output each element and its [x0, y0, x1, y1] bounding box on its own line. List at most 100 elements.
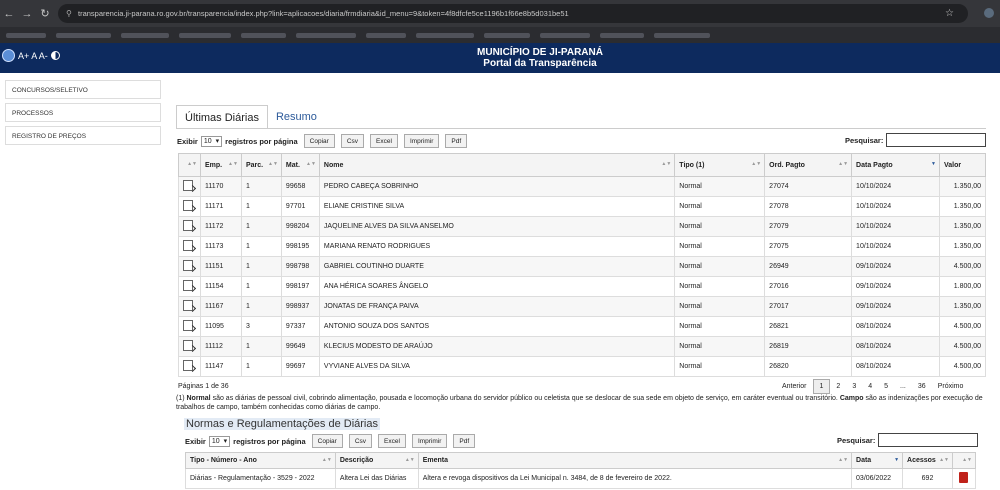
cell-tipo: Normal	[674, 296, 766, 317]
show-label: Exibir	[177, 136, 198, 146]
col-header-data-pagto[interactable]: Data Pagto ▼	[851, 153, 940, 177]
cell-file	[951, 468, 977, 489]
page-button[interactable]: 2	[830, 380, 846, 393]
col-header-mat[interactable]: Mat. ▲▼	[280, 153, 320, 177]
tab-resumo[interactable]: Resumo	[268, 105, 325, 128]
cell-tipo: Normal	[674, 256, 766, 277]
open-detail-icon[interactable]	[183, 300, 193, 311]
table-row: 11154 1 998197 ANA HÉRICA SOARES ÂNGELO Norm…	[178, 276, 987, 297]
open-detail-icon[interactable]	[183, 180, 193, 191]
page-button[interactable]: 1	[812, 379, 831, 394]
bookmark-item[interactable]	[179, 32, 231, 38]
copy-button[interactable]: Copiar	[303, 134, 335, 148]
next-page-button[interactable]: Próximo	[932, 380, 970, 393]
cell-emp: 11170	[199, 176, 242, 197]
bookmark-item[interactable]	[540, 32, 590, 38]
col-label: Valor	[943, 161, 962, 169]
table-row: 11147 1 99697 VYVIANE ALVES DA SILVA Normal 2…	[178, 356, 987, 377]
csv-button[interactable]: Csv	[340, 134, 365, 148]
cell-nome: JAQUELINE ALVES DA SILVA ANSELMO	[318, 216, 676, 237]
url-text: transparencia.ji-parana.ro.gov.br/transp…	[78, 9, 569, 18]
col-header-ementa[interactable]: Ementa ▲▼	[417, 452, 853, 469]
sidebar-item-registro-precos[interactable]: REGISTRO DE PREÇOS	[5, 126, 161, 145]
print-button[interactable]: Imprimir	[411, 434, 448, 448]
page-button[interactable]: 3	[846, 380, 862, 393]
cell-ord-pagto: 27074	[764, 176, 853, 197]
cell-detail	[178, 316, 201, 337]
search-input[interactable]	[886, 133, 987, 147]
open-detail-icon[interactable]	[183, 320, 193, 331]
address-bar[interactable]: ⚲ transparencia.ji-parana.ro.gov.br/tran…	[58, 4, 968, 23]
cell-ord-pagto: 27078	[764, 196, 853, 217]
open-detail-icon[interactable]	[183, 200, 193, 211]
sidebar-item-concursos[interactable]: CONCURSOS/SELETIVO	[5, 80, 161, 99]
globe-icon[interactable]	[2, 49, 15, 62]
bookmark-item[interactable]	[121, 32, 169, 38]
col-header-tipo-numero-ano[interactable]: Tipo - Número - Ano ▲▼	[185, 452, 336, 469]
bookmark-item[interactable]	[484, 32, 530, 38]
page-size-select[interactable]: 10 ▾	[200, 135, 223, 147]
forward-icon[interactable]: →	[18, 8, 36, 20]
cell-valor: 1.350,00	[938, 196, 987, 217]
pdf-button[interactable]: Pdf	[445, 134, 468, 148]
cell-parc: 1	[240, 336, 282, 357]
col-header-tipo[interactable]: Tipo (1) ▲▼	[674, 153, 766, 177]
page-button[interactable]: 4	[862, 380, 878, 393]
bookmark-item[interactable]	[600, 32, 644, 38]
page-size-select[interactable]: 10 ▾	[208, 435, 231, 447]
tab-ultimas-diarias[interactable]: Últimas Diárias	[176, 105, 268, 128]
bookmark-item[interactable]	[241, 32, 286, 38]
open-detail-icon[interactable]	[183, 340, 193, 351]
bookmark-item[interactable]	[296, 32, 356, 38]
col-header-emp[interactable]: Emp. ▲▼	[199, 153, 242, 177]
bookmark-item[interactable]	[56, 32, 111, 38]
cell-data-pagto: 09/10/2024	[851, 256, 940, 277]
cell-valor: 1.800,00	[938, 276, 987, 297]
cell-ord-pagto: 27079	[764, 216, 853, 237]
profile-icon[interactable]	[984, 8, 994, 18]
page-button[interactable]: 36	[912, 380, 932, 393]
col-header-descricao[interactable]: Descrição ▲▼	[334, 452, 419, 469]
reload-icon[interactable]: ↻	[36, 7, 54, 20]
open-detail-icon[interactable]	[183, 240, 193, 251]
font-size-controls[interactable]: A+ A A-	[18, 51, 48, 61]
page-button[interactable]: 5	[878, 380, 894, 393]
bookmark-item[interactable]	[654, 32, 710, 38]
table-header-row: Tipo - Número - Ano ▲▼ Descrição ▲▼ Ementa…	[185, 452, 977, 469]
table-row: 11172 1 998204 JAQUELINE ALVES DA SILVA ANS…	[178, 216, 987, 237]
col-header-parc[interactable]: Parc. ▲▼	[240, 153, 282, 177]
sidebar-item-processos[interactable]: PROCESSOS	[5, 103, 161, 122]
col-header-acessos[interactable]: Acessos ▲▼	[902, 452, 953, 469]
col-header-file[interactable]: ▲▼	[951, 452, 977, 469]
bookmark-item[interactable]	[366, 32, 406, 38]
open-detail-icon[interactable]	[183, 280, 193, 291]
open-detail-icon[interactable]	[183, 360, 193, 371]
note-text: são as diárias de pessoal civil, cobrind…	[210, 395, 840, 402]
contrast-icon[interactable]	[50, 51, 60, 60]
col-header-ord-pagto[interactable]: Ord. Pagto ▲▼	[764, 153, 853, 177]
pdf-file-icon[interactable]	[959, 472, 969, 483]
open-detail-icon[interactable]	[183, 220, 193, 231]
site-info-icon[interactable]: ⚲	[66, 9, 78, 18]
csv-button[interactable]: Csv	[348, 434, 373, 448]
cell-parc: 3	[240, 316, 282, 337]
excel-button[interactable]: Excel	[370, 134, 398, 148]
cell-detail	[178, 256, 201, 277]
col-header-icon[interactable]: ▲▼	[178, 153, 201, 177]
col-header-nome[interactable]: Nome ▲▼	[318, 153, 676, 177]
cell-data-pagto: 09/10/2024	[851, 296, 940, 317]
prev-page-button[interactable]: Anterior	[776, 380, 813, 393]
pdf-button[interactable]: Pdf	[453, 434, 476, 448]
print-button[interactable]: Imprimir	[403, 134, 440, 148]
excel-button[interactable]: Excel	[378, 434, 406, 448]
copy-button[interactable]: Copiar	[311, 434, 343, 448]
open-detail-icon[interactable]	[183, 260, 193, 271]
bookmark-item[interactable]	[416, 32, 474, 38]
bookmark-star-icon[interactable]: ☆	[945, 8, 954, 19]
back-icon[interactable]: ←	[0, 8, 18, 20]
bookmark-item[interactable]	[6, 32, 46, 38]
cell-tipo: Normal	[674, 336, 766, 357]
col-header-data[interactable]: Data ▼	[851, 452, 904, 469]
normas-search-input[interactable]	[878, 433, 979, 447]
col-header-valor[interactable]: Valor	[938, 153, 987, 177]
